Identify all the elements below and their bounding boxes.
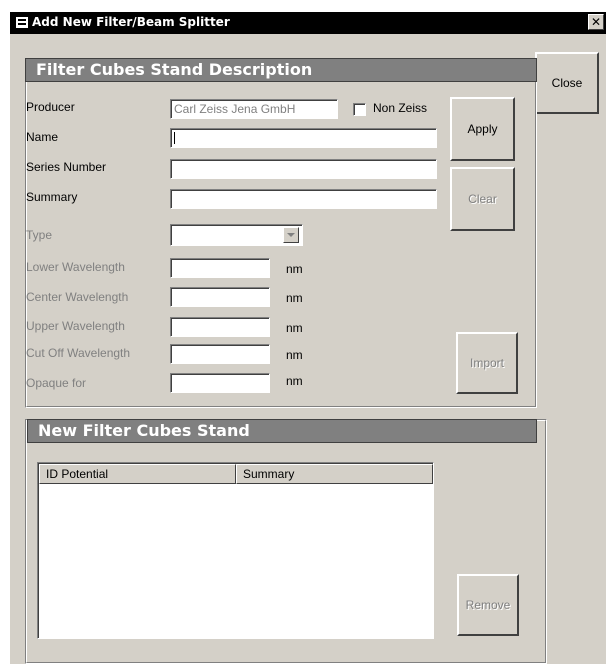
upper-wavelength-label: Upper Wavelength <box>26 319 125 333</box>
non-zeiss-checkbox[interactable] <box>353 103 366 116</box>
producer-field: Carl Zeiss Jena GmbH <box>170 99 338 119</box>
opaque-for-unit: nm <box>286 374 303 388</box>
center-wavelength-field[interactable] <box>170 287 270 307</box>
stand-list-table[interactable]: ID Potential Summary <box>37 462 434 639</box>
close-button[interactable]: Close <box>535 52 599 114</box>
lower-wavelength-label: Lower Wavelength <box>26 260 125 274</box>
chevron-down-icon[interactable] <box>283 227 299 243</box>
producer-label: Producer <box>26 100 75 114</box>
type-label: Type <box>26 228 53 242</box>
title-bar[interactable]: Add New Filter/Beam Splitter ✕ <box>10 12 606 34</box>
name-field[interactable] <box>170 128 437 148</box>
cutoff-wavelength-unit: nm <box>286 348 303 362</box>
stand-list-header: New Filter Cubes Stand <box>27 419 537 443</box>
non-zeiss-label[interactable]: Non Zeiss <box>373 101 427 115</box>
upper-wavelength-field[interactable] <box>170 317 270 337</box>
summary-field[interactable] <box>170 189 437 209</box>
title-close-icon[interactable]: ✕ <box>588 14 604 30</box>
center-wavelength-label: Center Wavelength <box>26 290 129 304</box>
lower-wavelength-field[interactable] <box>170 258 270 278</box>
opaque-for-label: Opaque for <box>26 376 87 390</box>
apply-button[interactable]: Apply <box>450 97 515 161</box>
column-header-id-potential[interactable]: ID Potential <box>39 464 236 484</box>
series-number-label: Series Number <box>26 160 107 174</box>
lower-wavelength-unit: nm <box>286 262 303 276</box>
description-header: Filter Cubes Stand Description <box>25 58 537 82</box>
remove-button[interactable]: Remove <box>457 574 519 636</box>
summary-label: Summary <box>26 190 78 204</box>
import-button[interactable]: Import <box>456 332 518 394</box>
cutoff-wavelength-label: Cut Off Wavelength <box>26 346 131 360</box>
cutoff-wavelength-field[interactable] <box>170 344 270 364</box>
dialog-window: Add New Filter/Beam Splitter ✕ Close Fil… <box>10 12 606 664</box>
series-number-field[interactable] <box>170 159 437 179</box>
center-wavelength-unit: nm <box>286 291 303 305</box>
window-icon <box>16 17 28 28</box>
upper-wavelength-unit: nm <box>286 321 303 335</box>
opaque-for-field[interactable] <box>170 373 270 393</box>
name-label: Name <box>26 130 59 144</box>
window-title: Add New Filter/Beam Splitter <box>32 15 230 29</box>
clear-button[interactable]: Clear <box>450 167 515 231</box>
column-header-summary[interactable]: Summary <box>236 464 433 484</box>
